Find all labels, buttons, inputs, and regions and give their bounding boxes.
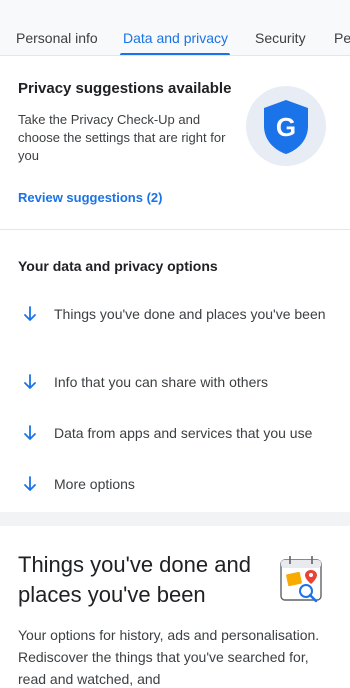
review-suggestions-link[interactable]: Review suggestions (2) [18,190,162,205]
tab-data-and-privacy[interactable]: Data and privacy [123,30,228,46]
things-done-heading: Things you've done and places you've bee… [18,552,251,607]
shield-letter: G [276,112,296,142]
privacy-shield-illustration: G [246,86,326,166]
activity-calendar-icon [280,556,322,603]
option-data-apps[interactable]: Data from apps and services that you use [0,423,350,447]
data-privacy-options-section: Your data and privacy options Things you… [0,230,350,512]
option-label: Things you've done and places you've bee… [54,306,326,322]
privacy-suggestions-card: Privacy suggestions available Take the P… [0,56,350,230]
privacy-suggestions-title: Privacy suggestions available [18,80,232,97]
arrow-down-icon [24,374,36,389]
things-done-description: Your options for history, ads and person… [18,627,320,687]
tab-security[interactable]: Security [255,30,306,46]
arrow-down-icon [24,476,36,491]
options-section-title: Your data and privacy options [18,258,218,274]
google-shield-icon: G [264,100,308,154]
option-more-options[interactable]: More options [0,474,350,498]
section-divider [0,512,350,526]
arrow-down-icon [24,425,36,440]
privacy-suggestions-description: Take the Privacy Check-Up and choose the… [18,112,226,163]
option-things-done[interactable]: Things you've done and places you've bee… [0,304,350,348]
option-label: More options [54,476,135,492]
things-done-section: Things you've done and places you've bee… [0,526,350,688]
option-label: Data from apps and services that you use [54,425,313,441]
tab-personal-info[interactable]: Personal info [16,30,98,46]
arrow-down-icon [24,306,36,321]
option-info-share[interactable]: Info that you can share with others [0,372,350,396]
tab-people-and-sharing[interactable]: Pe [334,30,350,46]
tab-bar: Personal info Data and privacy Security … [0,0,350,56]
option-label: Info that you can share with others [54,374,269,390]
